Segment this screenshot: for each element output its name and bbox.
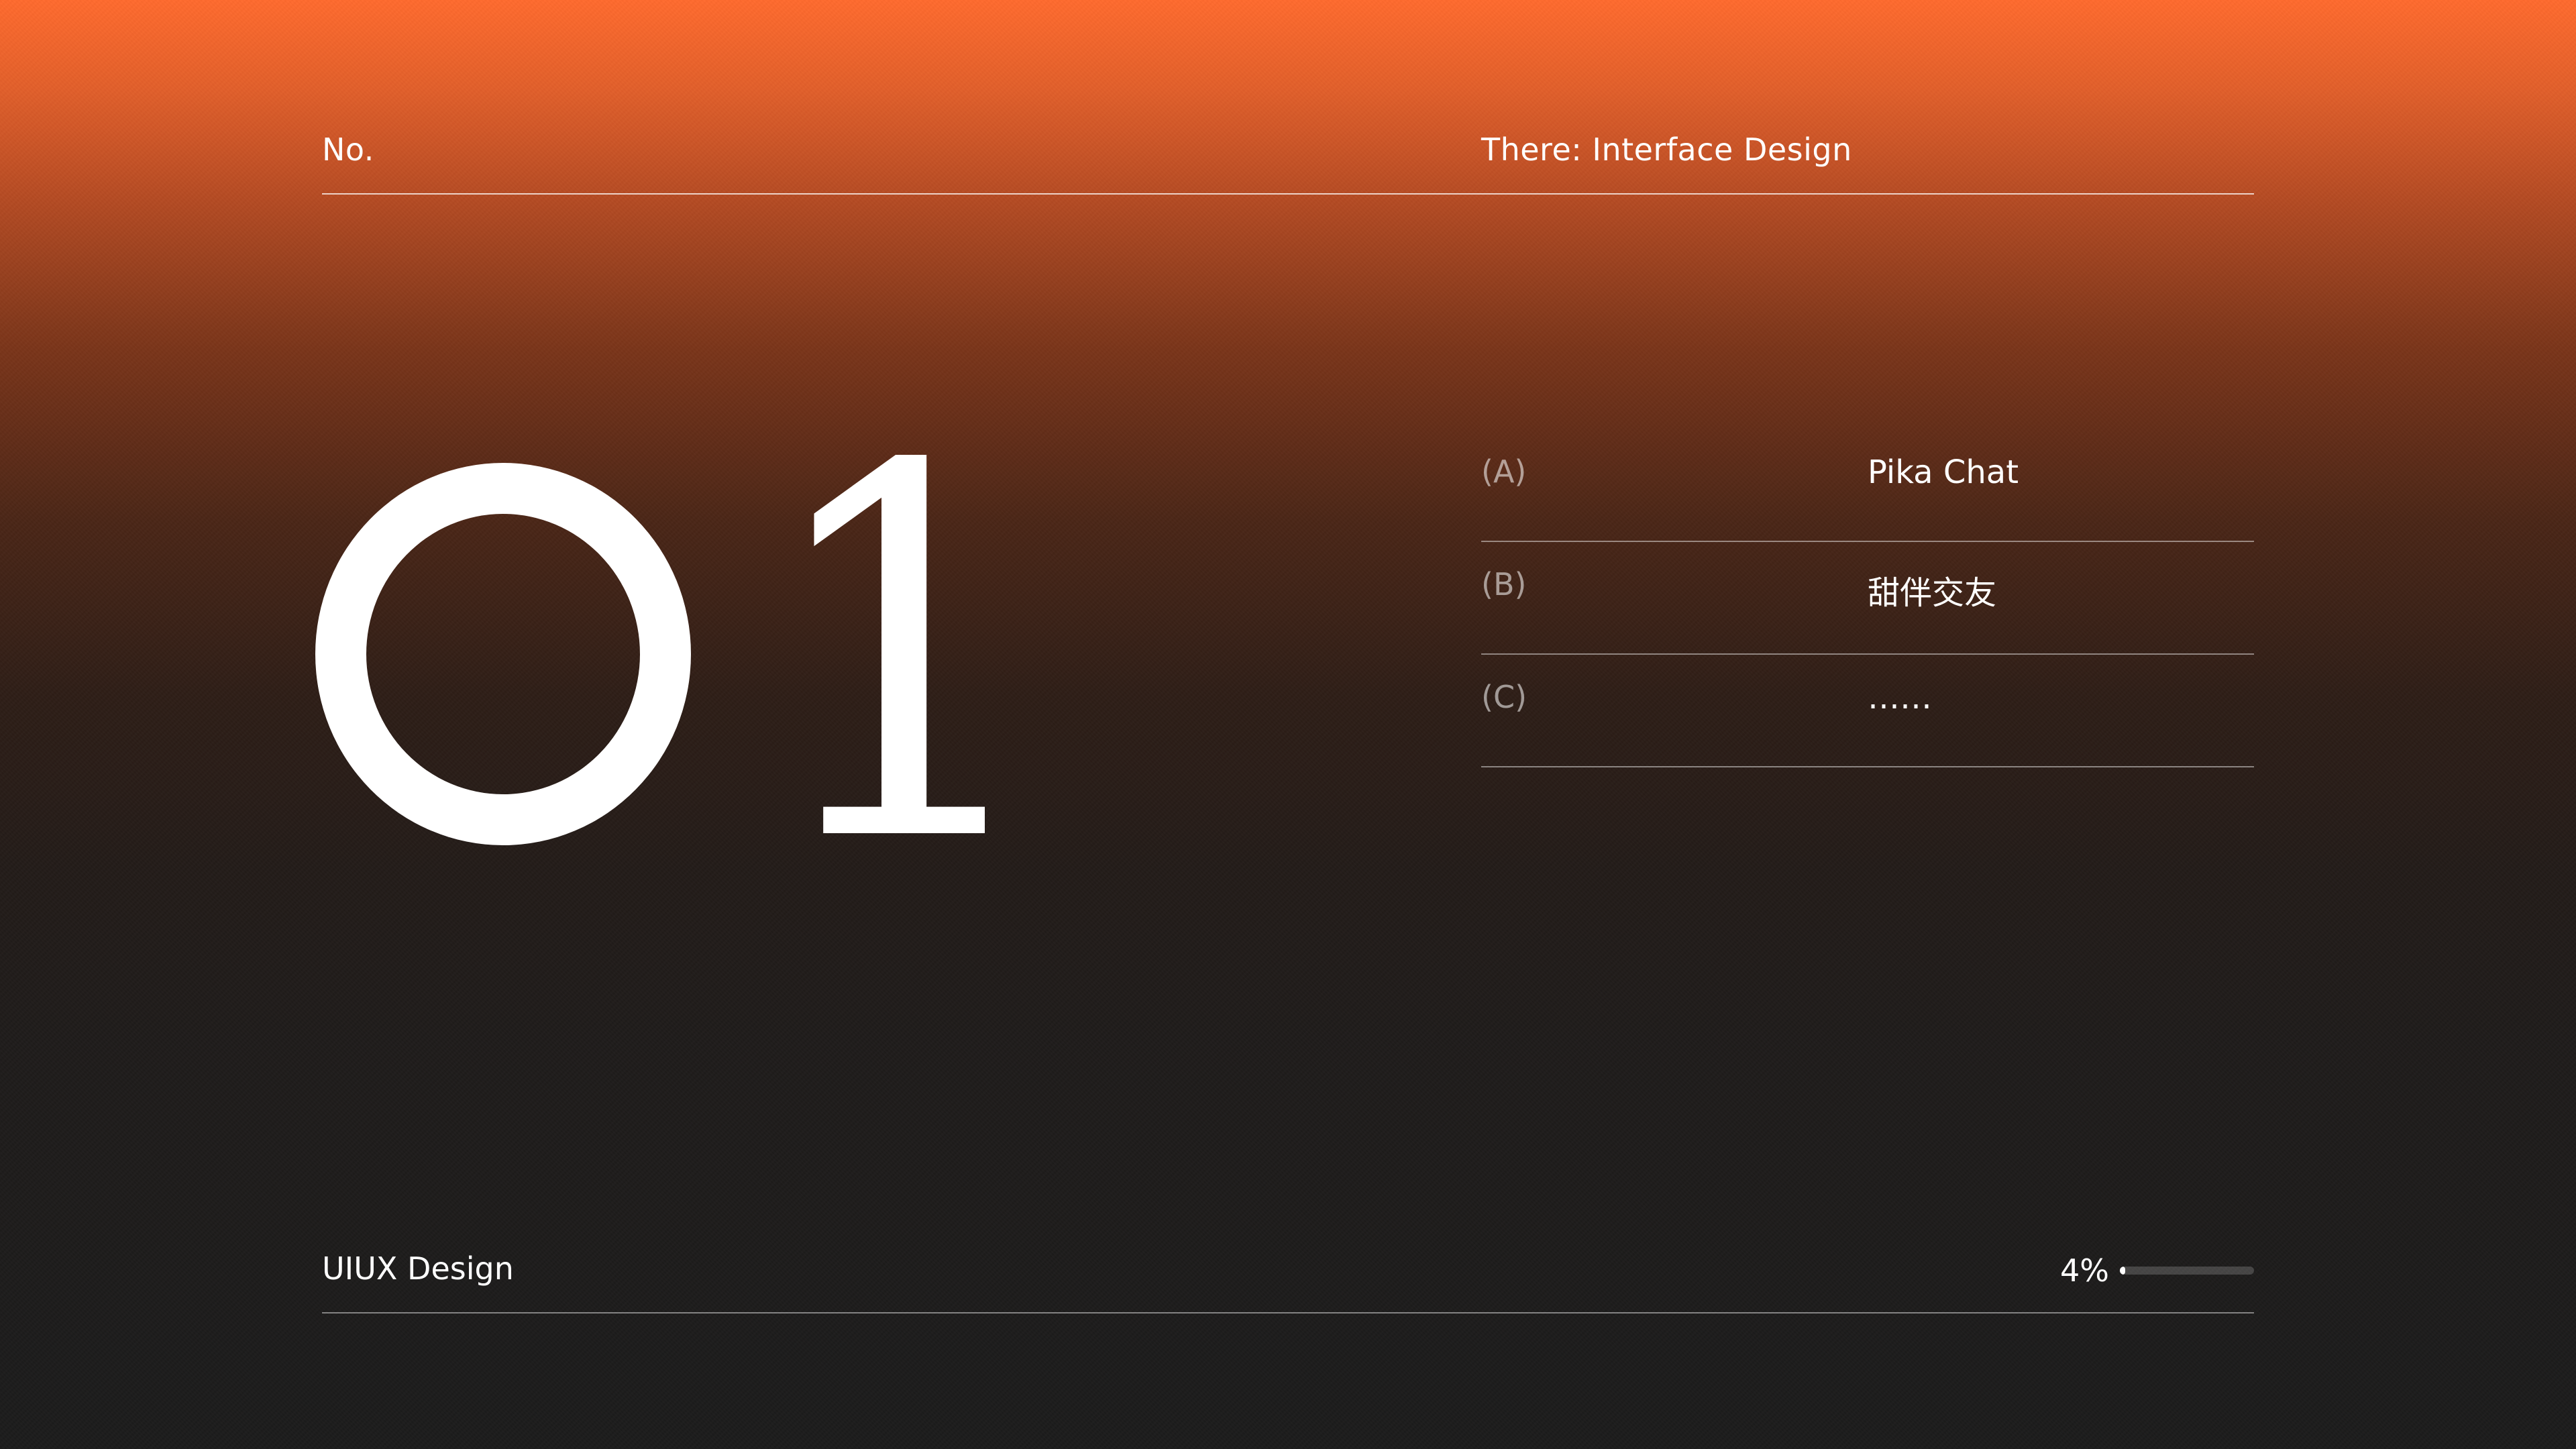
- digit-one: 1: [758, 361, 1051, 954]
- list-item-value: Pika Chat: [1868, 453, 2019, 491]
- list-item[interactable]: (B) 甜伴交友: [1481, 542, 2254, 655]
- footer-label: UIUX Design: [322, 1250, 514, 1287]
- progress-fill: [2120, 1267, 2125, 1275]
- progress-track: [2120, 1267, 2254, 1275]
- hero-number: 1: [315, 361, 1083, 954]
- progress-text: 4%: [2060, 1252, 2109, 1289]
- theme-title: There: Interface Design: [1481, 131, 1852, 168]
- project-list: (A) Pika Chat (B) 甜伴交友 (C) ……: [1481, 429, 2254, 767]
- progress-indicator: 4%: [2060, 1250, 2254, 1291]
- digit-zero: [315, 463, 691, 845]
- list-item-key: (A): [1481, 453, 1527, 490]
- list-item-value: ……: [1868, 679, 1932, 716]
- list-item-key: (B): [1481, 566, 1527, 602]
- list-item[interactable]: (C) ……: [1481, 655, 2254, 767]
- footer: UIUX Design 4%: [322, 1246, 2254, 1313]
- list-item[interactable]: (A) Pika Chat: [1481, 429, 2254, 542]
- header: No. There: Interface Design: [322, 127, 2254, 195]
- list-item-key: (C): [1481, 679, 1527, 715]
- list-item-value: 甜伴交友: [1868, 574, 1997, 612]
- number-label: No.: [322, 131, 374, 168]
